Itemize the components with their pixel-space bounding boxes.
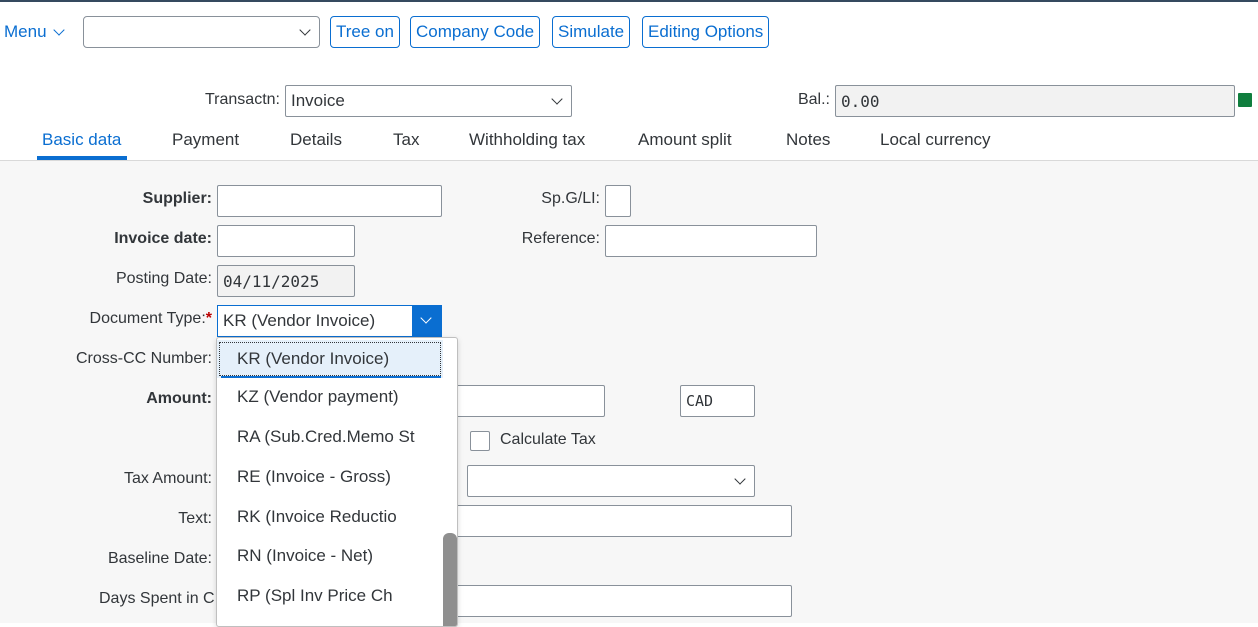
spgl-input[interactable] (605, 185, 631, 217)
baseline-date-label: Baseline Date: (107, 550, 212, 567)
balance-status-indicator (1238, 93, 1252, 107)
dropdown-option[interactable]: RN (Invoice - Net) (217, 537, 443, 575)
tax-code-select[interactable] (467, 465, 755, 497)
dropdown-option[interactable]: RK (Invoice Reductio (217, 498, 443, 536)
toolbar-select[interactable] (83, 16, 320, 48)
transaction-label: Transactn: (205, 91, 280, 108)
document-type-toggle[interactable] (412, 306, 441, 336)
posting-date-value: 04/11/2025 (223, 271, 320, 291)
tax-amount-label: Tax Amount: (123, 470, 212, 487)
invoice-date-input[interactable] (217, 225, 355, 257)
tab-details[interactable]: Details (290, 130, 342, 150)
required-marker: * (205, 310, 212, 327)
balance-field: 0.00 (835, 85, 1235, 117)
balance-value: 0.00 (841, 91, 880, 111)
active-tab-indicator (37, 156, 127, 160)
document-type-listbox[interactable]: KR (Vendor Invoice) KZ (Vendor payment) … (216, 337, 458, 627)
supplier-label: Supplier: (142, 190, 212, 207)
chevron-down-icon (52, 23, 65, 36)
invoice-date-label: Invoice date: (114, 230, 212, 247)
simulate-button[interactable]: Simulate (552, 16, 631, 48)
dropdown-option[interactable]: RA (Sub.Cred.Memo St (217, 418, 443, 456)
chevron-down-icon[interactable] (734, 473, 746, 485)
chevron-down-icon[interactable] (551, 93, 563, 105)
document-type-select[interactable]: KR (Vendor Invoice) (217, 305, 442, 337)
supplier-input[interactable] (217, 185, 442, 217)
transaction-select[interactable]: Invoice (285, 85, 572, 117)
balance-label: Bal.: (797, 91, 830, 108)
document-type-value: KR (Vendor Invoice) (223, 311, 376, 330)
menu-label: Menu (4, 22, 47, 41)
tab-bar: Basic data Payment Details Tax Withholdi… (0, 120, 1258, 161)
tree-on-button[interactable]: Tree on (330, 16, 400, 48)
document-type-label-text: Document Type: (89, 310, 206, 327)
tab-local-currency[interactable]: Local currency (880, 130, 991, 150)
currency-input[interactable]: CAD (680, 385, 755, 417)
shell-top-line (0, 0, 1258, 2)
dropdown-option[interactable]: RP (Spl Inv Price Ch (217, 577, 443, 615)
days-spent-label: Days Spent in C (99, 590, 215, 607)
calculate-tax-label: Calculate Tax (500, 431, 596, 448)
tab-withholding-tax[interactable]: Withholding tax (469, 130, 585, 150)
currency-value: CAD (686, 392, 714, 410)
dropdown-option[interactable]: RE (Invoice - Gross) (217, 458, 443, 496)
editing-options-button[interactable]: Editing Options (642, 16, 770, 48)
document-type-label: Document Type:* (90, 310, 212, 328)
text-label: Text: (178, 510, 212, 527)
menu-button[interactable]: Menu (4, 20, 65, 44)
chevron-down-icon[interactable] (299, 24, 311, 36)
amount-label: Amount: (146, 390, 212, 407)
tab-payment[interactable]: Payment (172, 130, 239, 150)
reference-input[interactable] (605, 225, 817, 257)
spgl-label: Sp.G/LI: (541, 190, 600, 207)
text-input[interactable] (440, 505, 792, 537)
chevron-down-icon (420, 312, 432, 324)
cross-cc-label: Cross-CC Number: (75, 350, 212, 367)
reference-label: Reference: (521, 230, 600, 247)
transaction-value: Invoice (291, 91, 345, 110)
company-code-button[interactable]: Company Code (410, 16, 541, 48)
listbox-scrollbar-thumb[interactable] (443, 533, 457, 626)
dropdown-option[interactable]: KZ (Vendor payment) (217, 378, 443, 416)
calculate-tax-checkbox[interactable] (470, 431, 490, 451)
tab-tax[interactable]: Tax (393, 130, 419, 150)
amount-input[interactable] (440, 385, 605, 417)
tab-amount-split[interactable]: Amount split (638, 130, 732, 150)
posting-date-input: 04/11/2025 (217, 265, 355, 297)
days-spent-input[interactable] (440, 585, 792, 617)
tab-basic-data[interactable]: Basic data (42, 130, 121, 150)
posting-date-label: Posting Date: (115, 270, 212, 287)
tab-notes[interactable]: Notes (786, 130, 830, 150)
dropdown-option[interactable]: KR (Vendor Invoice) (217, 340, 443, 378)
